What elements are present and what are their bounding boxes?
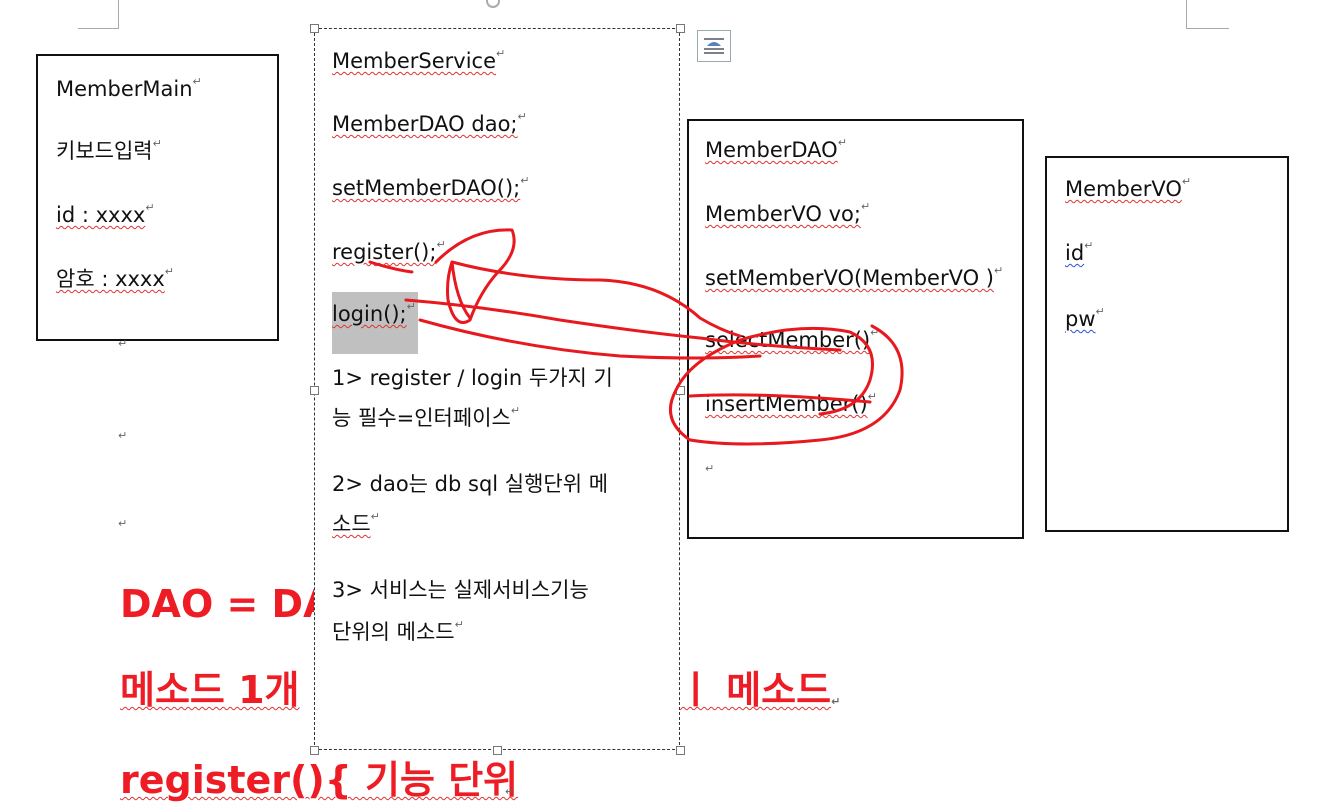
body-text-line3: register(){ 기능 단위 <box>120 758 519 802</box>
member-service-box[interactable]: MemberService ↵ MemberDAO dao; ↵ setMember… <box>314 28 680 750</box>
page-corner-mark-right <box>1186 0 1229 29</box>
member-dao-box[interactable]: MemberDAO ↵ MemberVO vo; ↵ setMemberVO(Mem… <box>687 119 1024 539</box>
paragraph-mark: ↵ <box>192 75 202 88</box>
paragraph-mark: ↵ <box>1181 175 1192 188</box>
paragraph-mark: ↵ <box>867 390 877 403</box>
member-main-box[interactable]: MemberMain ↵ 키보드입력 ↵ id : xxxx ↵ 암호 : xxxx ↵ <box>36 54 279 341</box>
member-vo-title: MemberVO ↵ <box>1065 175 1192 201</box>
member-vo-item: pw ↵ <box>1065 305 1105 331</box>
member-service-item: login(); ↵ <box>332 300 416 326</box>
body-text-line2-right: ㅣ 메소드 ↵ <box>678 668 841 712</box>
paragraph-mark: ↵ <box>831 695 841 708</box>
service-note-1a: 1> register / login 두가지 기 <box>332 366 613 390</box>
rotate-handle-icon[interactable] <box>486 0 500 8</box>
resize-handle-bl[interactable] <box>310 746 319 755</box>
paragraph-mark: ↵ <box>837 136 847 149</box>
page-corner-mark-left <box>78 0 119 29</box>
member-service-item: register(); ↵ <box>332 238 446 264</box>
member-service-item: setMemberDAO(); ↵ <box>332 174 530 200</box>
body-text-line2-left: 메소드 1개 <box>120 668 300 712</box>
paragraph-mark: ↵ <box>454 618 464 631</box>
resize-handle-br[interactable] <box>676 746 685 755</box>
service-note-1b: 능 필수=인터페이스 ↵ <box>332 404 521 430</box>
member-main-item: 키보드입력 ↵ <box>56 137 162 163</box>
member-dao-item: MemberVO vo; ↵ <box>705 200 871 226</box>
resize-handle-tr[interactable] <box>676 24 685 33</box>
resize-handle-bm[interactable] <box>493 746 502 755</box>
member-main-title: MemberMain ↵ <box>56 75 202 101</box>
service-note-2b: 소드 ↵ <box>332 510 380 536</box>
resize-handle-ml[interactable] <box>310 386 319 395</box>
paragraph-mark: ↵ <box>870 326 880 339</box>
member-main-item: 암호 : xxxx ↵ <box>56 265 174 291</box>
service-note-2a: 2> dao는 db sql 실행단위 메 <box>332 472 609 496</box>
paragraph-mark: ↵ <box>517 110 527 123</box>
member-dao-title: MemberDAO ↵ <box>705 136 847 162</box>
paragraph-mark: ↵ <box>370 510 380 523</box>
paragraph-mark: ↵ <box>510 404 521 417</box>
member-vo-box[interactable]: MemberVO ↵ id ↵ pw ↵ <box>1045 156 1289 532</box>
paragraph-mark: ↵ <box>152 137 162 150</box>
service-note-3b: 단위의 메소드 ↵ <box>332 618 464 644</box>
paragraph-mark: ↵ <box>436 238 446 251</box>
paragraph-mark: ↵ <box>164 265 174 278</box>
paragraph-mark: ↵ <box>1095 305 1105 318</box>
paragraph-mark: ↵ <box>406 300 416 313</box>
member-dao-item: insertMember() ↵ <box>705 390 877 416</box>
paragraph-mark: ↵ <box>993 264 1004 277</box>
paragraph-mark: ↵ <box>705 462 715 475</box>
member-vo-item: id ↵ <box>1065 239 1094 265</box>
paragraph-mark: ↵ <box>118 517 128 530</box>
resize-handle-tl[interactable] <box>310 24 319 33</box>
member-main-item: id : xxxx ↵ <box>56 201 155 227</box>
paragraph-mark: ↵ <box>505 785 515 798</box>
paragraph-mark: ↵ <box>145 201 155 214</box>
layout-options-icon[interactable] <box>697 30 731 62</box>
paragraph-mark: ↵ <box>118 337 128 350</box>
member-service-item: MemberDAO dao; ↵ <box>332 110 527 136</box>
member-dao-item: setMemberVO(MemberVO ) ↵ <box>705 264 1004 290</box>
member-dao-item: selectMember() ↵ <box>705 326 880 352</box>
paragraph-mark: ↵ <box>860 200 871 213</box>
member-service-title: MemberService ↵ <box>332 47 506 73</box>
service-note-3a: 3> 서비스는 실제서비스기능 <box>332 578 589 602</box>
paragraph-mark: ↵ <box>1084 239 1094 252</box>
paragraph-mark: ↵ <box>118 429 128 442</box>
paragraph-mark: ↵ <box>496 47 506 60</box>
resize-handle-mr[interactable] <box>676 386 685 395</box>
paragraph-mark: ↵ <box>520 174 530 187</box>
